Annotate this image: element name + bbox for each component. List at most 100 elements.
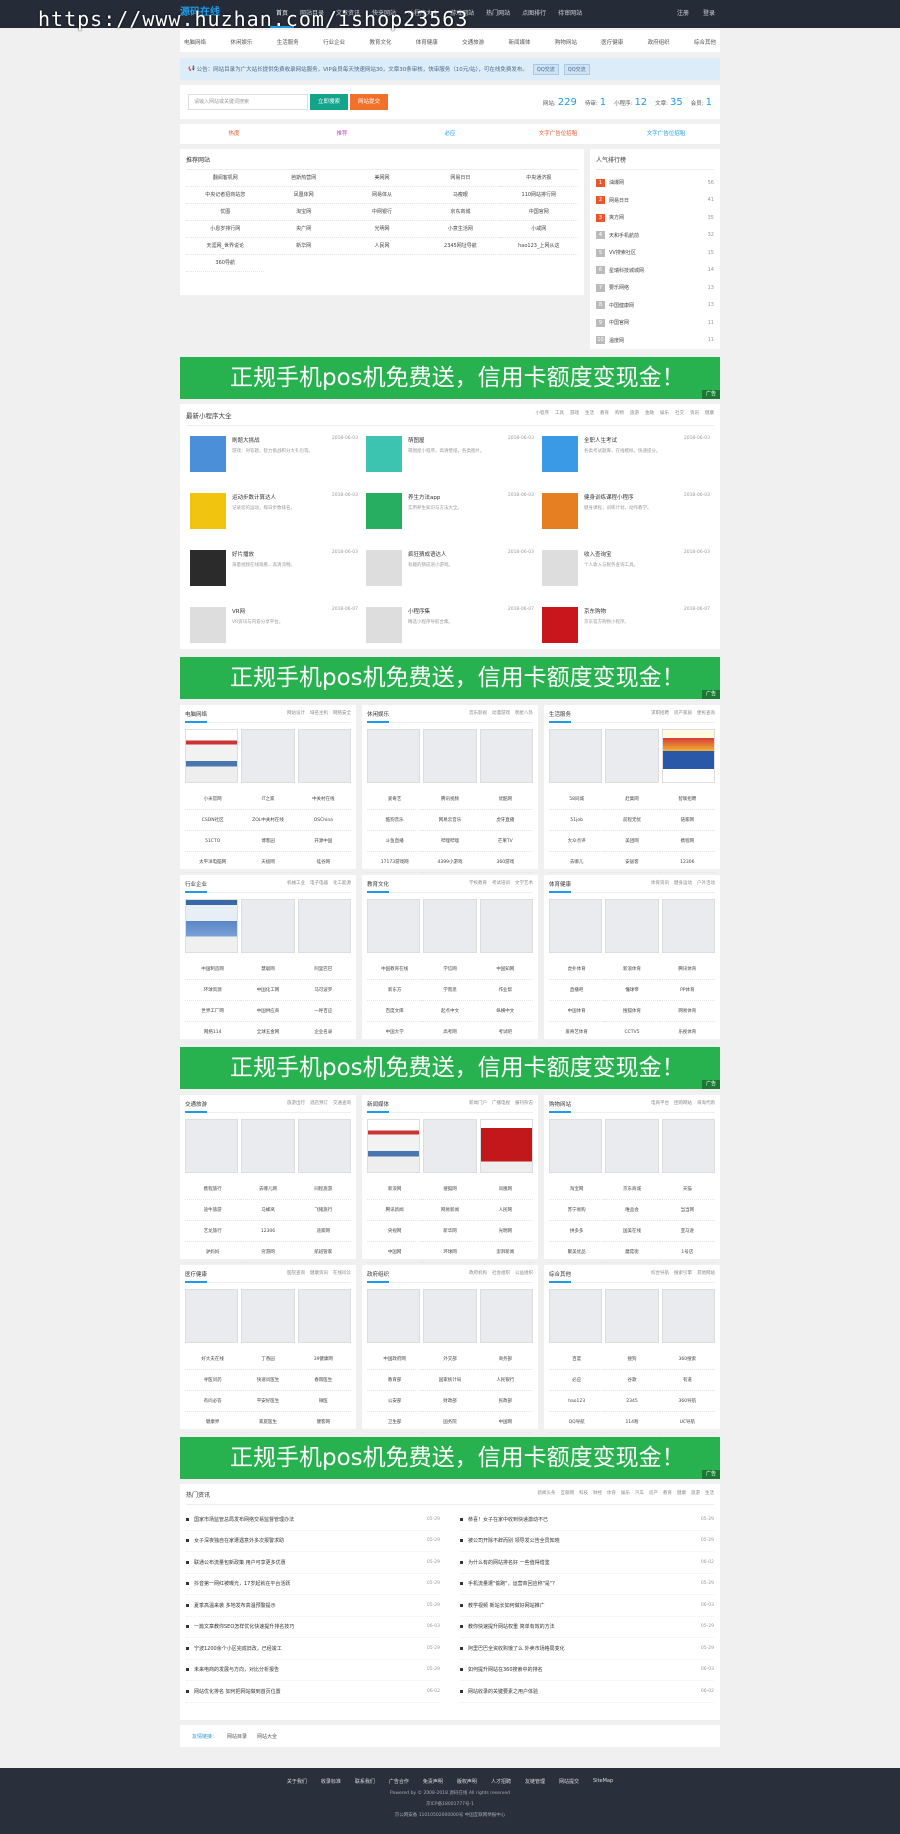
block-link[interactable]: 网易体育 [659,1001,715,1022]
news-title[interactable]: 教你快速提升网站权重 简单有效的方法 [468,1623,555,1630]
news-title[interactable]: 国家市场监管总局发布网络交易监督管理办法 [194,1516,294,1523]
qq-button-1[interactable]: QQ交流 [532,63,559,75]
block-link[interactable]: 考试吧 [477,1022,533,1043]
news-item[interactable]: 抖音第一网红被曝光，17岁起就在平台活跃 05-29 [186,1574,440,1595]
block-link[interactable]: 前程无忧 [604,810,660,831]
site-thumbnail[interactable] [605,899,659,953]
block-subcat[interactable]: 公益组织 [515,1270,533,1278]
block-link[interactable]: 搜狗 [604,1349,660,1370]
block-subcat[interactable]: 新闻门户 [469,1100,487,1108]
block-subcat[interactable]: 政府机构 [469,1270,487,1278]
block-title[interactable]: 生活服务 [549,710,572,723]
footer-link[interactable]: 人才招聘 [491,1778,511,1785]
site-thumbnail[interactable] [605,1289,659,1343]
block-link[interactable]: 12306 [659,852,715,873]
app-name[interactable]: 全职人生考试 [584,436,617,444]
mini-program-item[interactable]: 疯狂猜成语达人 2018-06-03 有趣的猜成语小游戏。 [362,546,538,603]
mini-program-item[interactable]: 萌图屋 2018-06-03 萌图屋小程序，高清壁纸，各类图片。 [362,432,538,489]
block-subcat[interactable]: 体育资讯 [651,880,669,888]
block-link[interactable]: IT之家 [240,789,296,810]
block-link[interactable]: 央视网 [367,1221,423,1242]
site-link[interactable]: 央广网 [264,221,343,238]
block-link[interactable]: 中国化工网 [240,980,296,1001]
block-link[interactable]: 新华网 [422,1221,478,1242]
site-link[interactable]: 360导航 [186,255,265,272]
block-link[interactable]: 民政部 [477,1391,533,1412]
site-link[interactable]: 小意生活网 [421,221,500,238]
rank-item[interactable]: 2 网易日日 41 [596,192,714,210]
block-link[interactable]: 小米官网 [185,789,241,810]
block-link[interactable]: 中国知网 [477,959,533,980]
block-subcat[interactable]: 搜索引擎 [674,1270,692,1278]
block-link[interactable]: 博客园 [240,831,296,852]
block-link[interactable]: 亚马逊 [659,1221,715,1242]
block-link[interactable]: 蘑菇街 [604,1242,660,1263]
site-link[interactable]: 天涯网_世界说论 [186,238,265,255]
block-link[interactable]: 360搜索 [659,1349,715,1370]
news-category[interactable]: 健康 [677,1490,686,1499]
block-link[interactable]: 平安好医生 [240,1391,296,1412]
app-name[interactable]: 养生方法app [408,493,440,501]
quick-tab[interactable]: 文字广告位招租 [612,124,720,144]
mini-program-item[interactable]: 运动步数计算达人 2018-06-03 记录您的运动，每日步数排名。 [186,489,362,546]
site-link[interactable]: 芭斯热营网 [264,170,343,187]
block-link[interactable]: 中国政府网 [367,1349,423,1370]
news-title[interactable]: 为什么有的网站排名好 一些值得借鉴 [468,1559,550,1566]
news-title[interactable]: 如何提升网站在360搜索中的排名 [468,1666,543,1673]
block-title[interactable]: 体育健康 [549,880,572,893]
block-link[interactable]: 好大夫在线 [185,1349,241,1370]
block-subcat[interactable]: 健康资讯 [310,1270,328,1278]
block-link[interactable]: 硅谷网 [295,852,351,873]
footer-link[interactable]: 广告合作 [389,1778,409,1785]
block-subcat[interactable]: 医院查询 [287,1270,305,1278]
site-link[interactable]: 光明网 [342,221,422,238]
site-link[interactable]: 小咸网 [499,221,578,238]
block-link[interactable]: 搜狐体育 [604,1001,660,1022]
block-link[interactable]: 中国体育 [549,1001,605,1022]
app-name[interactable]: 小程序集 [408,607,430,615]
block-subcat[interactable]: 电子电器 [310,880,328,888]
site-link[interactable]: 优图 [186,204,265,221]
site-thumbnail[interactable] [367,729,421,783]
block-subcat[interactable]: 健身运动 [674,880,692,888]
site-link[interactable]: 京东商城 [421,204,500,221]
news-category[interactable]: 科技 [579,1490,588,1499]
block-link[interactable]: 12306 [240,1221,296,1242]
block-link[interactable]: 中国网 [477,1412,533,1433]
block-link[interactable]: 教育部 [367,1370,423,1391]
topnav-item[interactable]: 待审网站 [552,0,588,28]
news-item[interactable]: 教学视频 新站长如何做好网站推广 06-03 [460,1595,714,1617]
block-link[interactable]: 当当网 [659,1200,715,1221]
news-category[interactable]: 互联网 [561,1490,575,1499]
block-link[interactable]: CCTV5 [604,1022,660,1043]
block-link[interactable]: 纵横中文 [477,1001,533,1022]
block-link[interactable]: 途牛旅游 [185,1200,241,1221]
block-link[interactable]: 哔哩哔哩 [422,831,478,852]
footer-link[interactable]: 收录标准 [321,1778,341,1785]
site-link[interactable]: 2345网址导航 [421,238,500,255]
block-link[interactable]: 航班管家 [295,1242,351,1263]
footer-link[interactable]: 版权声明 [457,1778,477,1785]
block-subcat[interactable]: 酒店预订 [310,1100,328,1108]
block-link[interactable]: 公安部 [367,1391,423,1412]
mini-category[interactable]: 小程序 [536,410,550,420]
block-link[interactable]: 慧聪网 [240,959,296,980]
category-link[interactable]: 生活服务 [277,38,299,46]
rank-item[interactable]: 5 VV搜索社区 15 [596,244,714,262]
block-subcat[interactable]: 文学艺术 [515,880,533,888]
news-item[interactable]: 手机流量遭"偷跑"，运营商回应称"是"？ 05-29 [460,1574,714,1595]
site-link[interactable]: 美网网 [342,170,422,187]
block-link[interactable]: 51job [549,810,605,831]
site-thumbnail[interactable] [605,1119,659,1173]
site-thumbnail[interactable] [241,1119,295,1173]
news-category[interactable]: 房产 [649,1490,658,1499]
block-link[interactable]: 新浪体育 [604,959,660,980]
app-name[interactable]: 疯狂猜成语达人 [408,550,447,558]
block-link[interactable]: 天猫 [659,1179,715,1200]
rank-item[interactable]: 6 星瑞科技城城网 14 [596,262,714,280]
site-thumbnail[interactable] [661,899,715,953]
mini-program-item[interactable]: 小程序集 2018-06-07 精选小程序导航合集。 [362,603,538,660]
block-link[interactable]: 学而思 [422,980,478,1001]
block-link[interactable]: 虎牙直播 [477,810,533,831]
block-link[interactable]: UC导航 [659,1412,715,1433]
